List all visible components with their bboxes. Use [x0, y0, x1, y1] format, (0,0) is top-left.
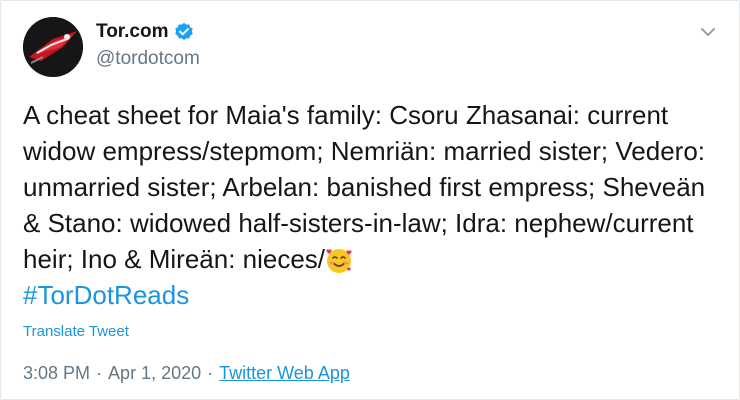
translate-tweet-link[interactable]: Translate Tweet: [23, 323, 129, 340]
tweet-text: A cheat sheet for Maia's family: Csoru Z…: [23, 97, 723, 313]
tor-rocket-logo-icon: [23, 17, 83, 77]
separator: ·: [207, 363, 214, 383]
author-name[interactable]: Tor.com: [96, 21, 169, 43]
tweet-body-text: A cheat sheet for Maia's family: Csoru Z…: [23, 100, 706, 274]
verified-badge-icon: [174, 22, 194, 42]
chevron-down-icon[interactable]: [699, 23, 717, 41]
tweet-card: Tor.com @tordotcom A cheat sheet for Mai…: [0, 0, 740, 400]
author-name-row[interactable]: Tor.com: [96, 21, 194, 43]
tweet-meta: 3:08 PM · Apr 1, 2020 · Twitter Web App: [23, 363, 350, 384]
tweet-time[interactable]: 3:08 PM: [23, 363, 90, 383]
tweet-source-link[interactable]: Twitter Web App: [219, 363, 350, 383]
smiling-face-with-hearts-icon: [325, 246, 353, 274]
hashtag-link[interactable]: #TorDotReads: [23, 280, 189, 310]
separator: ·: [96, 363, 103, 383]
avatar[interactable]: [23, 17, 83, 77]
tweet-date[interactable]: Apr 1, 2020: [108, 363, 201, 383]
author-handle[interactable]: @tordotcom: [96, 48, 200, 70]
